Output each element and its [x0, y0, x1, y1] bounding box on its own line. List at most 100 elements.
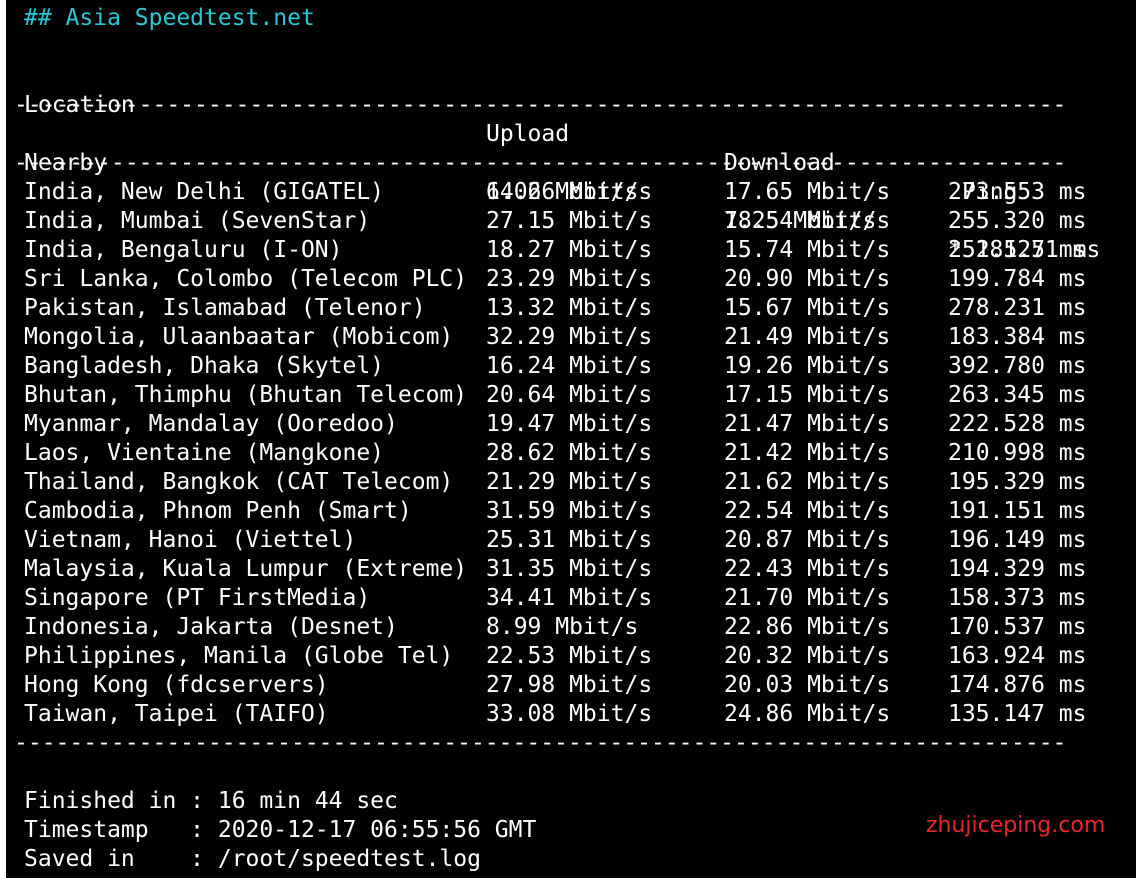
- results-list: India, New Delhi (GIGATEL) 14.26 Mbit/s 17…: [6, 178, 1136, 729]
- row-location: Pakistan, Islamabad (Telenor): [24, 295, 426, 321]
- table-row: Taiwan, Taipei (TAIFO) 33.08 Mbit/s 24.86 …: [24, 700, 1136, 729]
- header-upload: Upload: [486, 121, 570, 147]
- table-row: Myanmar, Mandalay (Ooredoo) 19.47 Mbit/s 2…: [24, 410, 1136, 439]
- row-upload: 27.98 Mbit/s: [486, 672, 653, 698]
- table-row: Vietnam, Hanoi (Viettel) 25.31 Mbit/s 20.8…: [24, 526, 1136, 555]
- row-location: Indonesia, Jakarta (Desnet): [24, 614, 398, 640]
- row-ping: 196.149 ms: [948, 527, 1087, 553]
- row-ping: 170.537 ms: [948, 614, 1087, 640]
- divider-top: ----------------------------------------…: [14, 92, 1067, 118]
- row-upload: 23.29 Mbit/s: [486, 266, 653, 292]
- row-upload: 32.29 Mbit/s: [486, 324, 653, 350]
- row-ping: 251.125 ms: [948, 237, 1087, 263]
- table-row: Sri Lanka, Colombo (Telecom PLC) 23.29 Mb…: [24, 265, 1136, 294]
- row-ping: 210.998 ms: [948, 440, 1087, 466]
- row-upload: 16.24 Mbit/s: [486, 353, 653, 379]
- row-location: Laos, Vientaine (Mangkone): [24, 440, 385, 466]
- row-location: India, Bengaluru (I-ON): [24, 237, 343, 263]
- row-ping: 163.924 ms: [948, 643, 1087, 669]
- section-title: ## Asia Speedtest.net: [24, 5, 315, 31]
- table-row: Thailand, Bangkok (CAT Telecom) 21.29 Mbi…: [24, 468, 1136, 497]
- table-row: Singapore (PT FirstMedia) 34.41 Mbit/s 21.…: [24, 584, 1136, 613]
- row-location: India, Mumbai (SevenStar): [24, 208, 371, 234]
- divider-bottom: ----------------------------------------…: [14, 730, 1067, 756]
- row-location: Vietnam, Hanoi (Viettel): [24, 527, 357, 553]
- terminal-window: ## Asia Speedtest.net Location Upload Do…: [6, 0, 1136, 878]
- row-download: 19.26 Mbit/s: [724, 353, 891, 379]
- row-ping: 273.553 ms: [948, 179, 1087, 205]
- table-row: India, Bengaluru (I-ON) 18.27 Mbit/s 15.74…: [24, 236, 1136, 265]
- table-row: India, Mumbai (SevenStar) 27.15 Mbit/s 18.…: [24, 207, 1136, 236]
- row-download: 20.90 Mbit/s: [724, 266, 891, 292]
- row-ping: 255.320 ms: [948, 208, 1087, 234]
- row-download: 20.03 Mbit/s: [724, 672, 891, 698]
- row-download: 22.54 Mbit/s: [724, 498, 891, 524]
- row-location: Myanmar, Mandalay (Ooredoo): [24, 411, 398, 437]
- table-row: Mongolia, Ulaanbaatar (Mobicom) 32.29 Mbi…: [24, 323, 1136, 352]
- row-download: 21.47 Mbit/s: [724, 411, 891, 437]
- row-location: India, New Delhi (GIGATEL): [24, 179, 385, 205]
- watermark-text: zhujiceping.com: [926, 813, 1106, 838]
- row-upload: 18.27 Mbit/s: [486, 237, 653, 263]
- row-ping: 392.780 ms: [948, 353, 1087, 379]
- row-download: 22.86 Mbit/s: [724, 614, 891, 640]
- table-row: Philippines, Manila (Globe Tel) 22.53 Mbi…: [24, 642, 1136, 671]
- row-ping: 135.147 ms: [948, 701, 1087, 727]
- row-ping: 194.329 ms: [948, 556, 1087, 582]
- row-upload: 8.99 Mbit/s: [486, 614, 639, 640]
- summary-saved: Saved in : /root/speedtest.log: [24, 846, 481, 872]
- row-ping: 158.373 ms: [948, 585, 1087, 611]
- row-ping: 183.384 ms: [948, 324, 1087, 350]
- table-row: Cambodia, Phnom Penh (Smart) 31.59 Mbit/s…: [24, 497, 1136, 526]
- row-download: 21.62 Mbit/s: [724, 469, 891, 495]
- row-location: Sri Lanka, Colombo (Telecom PLC): [24, 266, 468, 292]
- row-upload: 19.47 Mbit/s: [486, 411, 653, 437]
- row-ping: 191.151 ms: [948, 498, 1087, 524]
- summary-timestamp: Timestamp : 2020-12-17 06:55:56 GMT: [24, 817, 537, 843]
- row-download: 17.15 Mbit/s: [724, 382, 891, 408]
- row-location: Philippines, Manila (Globe Tel): [24, 643, 454, 669]
- row-ping: 222.528 ms: [948, 411, 1087, 437]
- row-download: 22.43 Mbit/s: [724, 556, 891, 582]
- row-location: Singapore (PT FirstMedia): [24, 585, 371, 611]
- row-location: Thailand, Bangkok (CAT Telecom): [24, 469, 454, 495]
- row-upload: 14.26 Mbit/s: [486, 179, 653, 205]
- row-upload: 13.32 Mbit/s: [486, 295, 653, 321]
- table-row: India, New Delhi (GIGATEL) 14.26 Mbit/s 17…: [24, 178, 1136, 207]
- summary-finished: Finished in : 16 min 44 sec: [24, 788, 398, 814]
- row-download: 18.54 Mbit/s: [724, 208, 891, 234]
- row-ping: 174.876 ms: [948, 672, 1087, 698]
- row-location: Cambodia, Phnom Penh (Smart): [24, 498, 412, 524]
- row-upload: 31.35 Mbit/s: [486, 556, 653, 582]
- row-upload: 34.41 Mbit/s: [486, 585, 653, 611]
- row-download: 24.86 Mbit/s: [724, 701, 891, 727]
- row-ping: 278.231 ms: [948, 295, 1087, 321]
- row-upload: 27.15 Mbit/s: [486, 208, 653, 234]
- row-download: 20.87 Mbit/s: [724, 527, 891, 553]
- row-download: 17.65 Mbit/s: [724, 179, 891, 205]
- row-download: 20.32 Mbit/s: [724, 643, 891, 669]
- row-location: Taiwan, Taipei (TAIFO): [24, 701, 329, 727]
- table-row: Hong Kong (fdcservers) 27.98 Mbit/s 20.03 …: [24, 671, 1136, 700]
- row-ping: 263.345 ms: [948, 382, 1087, 408]
- row-upload: 22.53 Mbit/s: [486, 643, 653, 669]
- row-upload: 21.29 Mbit/s: [486, 469, 653, 495]
- row-download: 15.67 Mbit/s: [724, 295, 891, 321]
- row-location: Bangladesh, Dhaka (Skytel): [24, 353, 385, 379]
- table-row: Malaysia, Kuala Lumpur (Extreme) 31.35 Mb…: [24, 555, 1136, 584]
- row-location: Bhutan, Thimphu (Bhutan Telecom): [24, 382, 468, 408]
- row-download: 21.49 Mbit/s: [724, 324, 891, 350]
- table-row: Pakistan, Islamabad (Telenor) 13.32 Mbit/…: [24, 294, 1136, 323]
- row-download: 21.42 Mbit/s: [724, 440, 891, 466]
- row-location: Hong Kong (fdcservers): [24, 672, 329, 698]
- divider-middle: ----------------------------------------…: [14, 150, 1067, 176]
- row-upload: 20.64 Mbit/s: [486, 382, 653, 408]
- table-row: Laos, Vientaine (Mangkone) 28.62 Mbit/s 21…: [24, 439, 1136, 468]
- row-download: 15.74 Mbit/s: [724, 237, 891, 263]
- row-ping: 195.329 ms: [948, 469, 1087, 495]
- row-upload: 25.31 Mbit/s: [486, 527, 653, 553]
- table-row: Indonesia, Jakarta (Desnet) 8.99 Mbit/s 22…: [24, 613, 1136, 642]
- header-row: Location Upload Download Ping: [24, 62, 1017, 205]
- row-download: 21.70 Mbit/s: [724, 585, 891, 611]
- table-row: Bhutan, Thimphu (Bhutan Telecom) 20.64 Mb…: [24, 381, 1136, 410]
